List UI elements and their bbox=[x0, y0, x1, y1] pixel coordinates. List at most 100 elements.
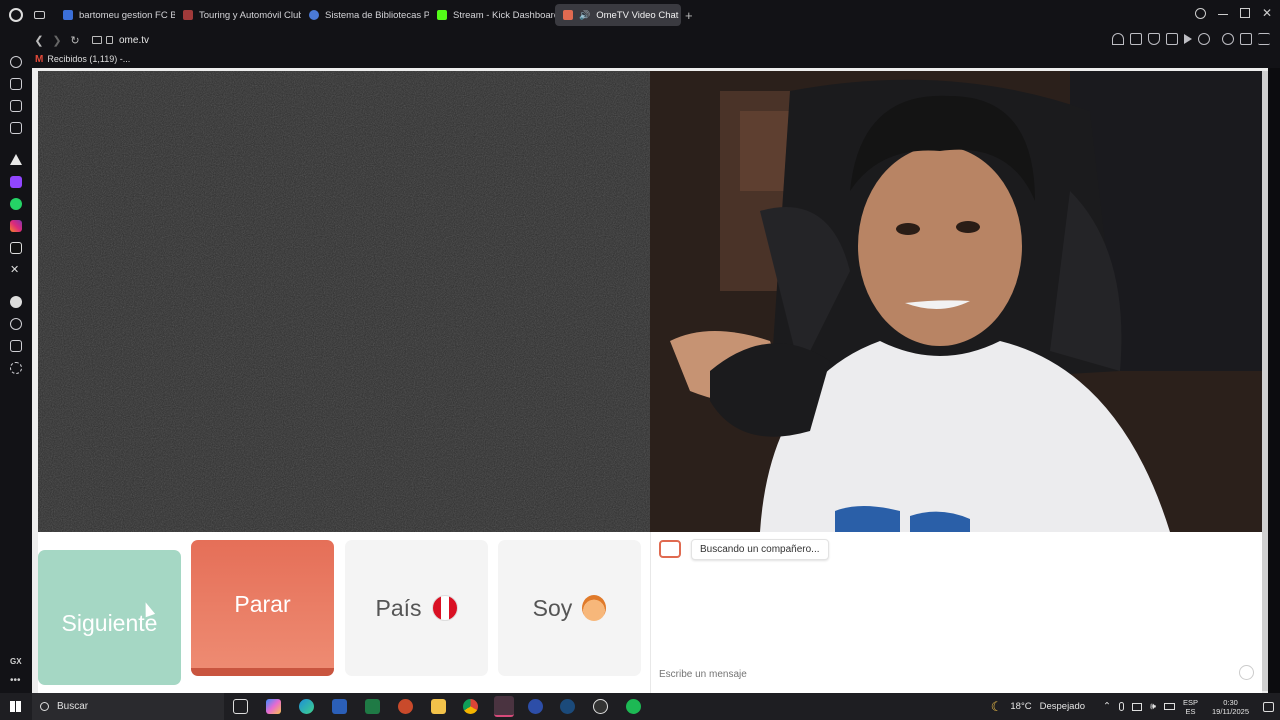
opera-gx-icon[interactable] bbox=[494, 696, 514, 717]
forward-icon[interactable]: ❯ bbox=[48, 34, 66, 47]
mod-icon[interactable] bbox=[10, 122, 22, 134]
tab-favicon-icon bbox=[183, 10, 193, 20]
notification-icon[interactable] bbox=[1263, 701, 1274, 712]
tab-bartomeu[interactable]: bartomeu gestion FC Barc bbox=[55, 4, 175, 26]
chrome-icon[interactable] bbox=[463, 699, 478, 714]
file-explorer-icon[interactable] bbox=[431, 699, 446, 714]
ai-icon[interactable] bbox=[10, 154, 22, 165]
webcam-image bbox=[650, 71, 1262, 532]
bookmark-gmail[interactable]: Recibidos (1,119) -... bbox=[47, 54, 130, 64]
more-dots-icon[interactable]: ••• bbox=[10, 675, 21, 686]
reload-icon[interactable]: ↻ bbox=[66, 34, 84, 47]
copilot-icon[interactable] bbox=[266, 699, 281, 714]
boy-emoji-icon bbox=[582, 595, 607, 621]
snapshot-icon[interactable] bbox=[1130, 33, 1142, 45]
scrollbar[interactable] bbox=[1262, 71, 1268, 691]
gx-label[interactable]: GX bbox=[10, 657, 22, 666]
gmail-icon: M bbox=[35, 53, 44, 65]
weather-text[interactable]: Despejado bbox=[1040, 701, 1085, 712]
ometv-logo-icon bbox=[563, 10, 573, 20]
tab-bibliotecas[interactable]: Sistema de Bibliotecas PU bbox=[301, 4, 429, 26]
kick-logo-icon bbox=[437, 10, 447, 20]
bookmarks-bar: M Recibidos (1,119) -... bbox=[30, 50, 1280, 68]
search-tabs-icon[interactable] bbox=[1194, 8, 1206, 19]
chevron-up-icon[interactable]: ⌃ bbox=[1103, 701, 1111, 712]
volume-icon[interactable]: 🕪 bbox=[1150, 701, 1156, 712]
chat-panel: Buscando un compañero... bbox=[650, 532, 1262, 693]
extensions-icon[interactable] bbox=[10, 340, 22, 352]
minimize-icon[interactable] bbox=[1217, 14, 1228, 15]
windows-start-icon[interactable] bbox=[10, 701, 21, 712]
tab-touring[interactable]: Touring y Automóvil Club bbox=[175, 4, 301, 26]
microphone-icon[interactable] bbox=[1119, 702, 1124, 711]
chat-status-message: Buscando un compañero... bbox=[691, 539, 829, 560]
ometv-page: Siguiente Parar País Soy Buscando un com… bbox=[32, 68, 1268, 693]
message-input[interactable] bbox=[651, 661, 1262, 687]
clock-icon[interactable] bbox=[10, 318, 22, 330]
clock[interactable]: 0:30 19/11/2025 bbox=[1212, 698, 1249, 716]
history-icon[interactable] bbox=[10, 56, 22, 68]
partner-video-static bbox=[38, 71, 650, 532]
opera-gx-alt-icon[interactable] bbox=[528, 699, 543, 714]
account-icon[interactable] bbox=[1222, 33, 1234, 45]
tab-kick[interactable]: Stream - Kick Dashboard bbox=[429, 4, 555, 26]
taskbar-search[interactable]: Buscar bbox=[32, 693, 224, 720]
obs-icon[interactable] bbox=[593, 699, 608, 714]
download-icon[interactable] bbox=[1240, 33, 1252, 45]
language-indicator[interactable]: ESP ES bbox=[1183, 698, 1198, 716]
tab-favicon-icon bbox=[309, 10, 319, 20]
back-icon[interactable]: ❮ bbox=[30, 34, 48, 47]
pin-icon[interactable] bbox=[1112, 33, 1124, 45]
ometv-logo-icon bbox=[659, 540, 681, 558]
gender-button[interactable]: Soy bbox=[498, 540, 641, 676]
shield-icon[interactable] bbox=[1148, 33, 1160, 45]
system-tray: ☾ 18°C Despejado ⌃ 🕪 ESP ES 0:30 19/11/2… bbox=[991, 693, 1274, 720]
steam-icon[interactable] bbox=[560, 699, 575, 714]
restore-icon[interactable] bbox=[1239, 8, 1250, 18]
heart-icon[interactable] bbox=[1198, 33, 1210, 45]
word-icon[interactable] bbox=[332, 699, 347, 714]
whatsapp-icon[interactable] bbox=[10, 198, 22, 210]
sidebar: ✕ GX ••• bbox=[0, 50, 32, 693]
network-icon[interactable] bbox=[1132, 702, 1142, 711]
edge-icon[interactable] bbox=[299, 699, 314, 714]
tab-islands-icon[interactable] bbox=[10, 78, 22, 90]
task-view-icon[interactable] bbox=[233, 699, 248, 714]
next-button[interactable]: Siguiente bbox=[38, 550, 181, 685]
self-video bbox=[650, 71, 1262, 532]
tiktok-icon[interactable] bbox=[10, 242, 22, 254]
speaker-icon[interactable]: 🔊 bbox=[579, 10, 590, 21]
camera-icon[interactable] bbox=[92, 36, 102, 44]
tab-favicon-icon bbox=[63, 10, 73, 20]
opera-logo-icon[interactable] bbox=[9, 8, 23, 22]
battery-icon[interactable] bbox=[1164, 703, 1175, 710]
lock-icon[interactable] bbox=[106, 36, 113, 44]
settings-gear-icon[interactable] bbox=[10, 362, 22, 374]
twitch-icon[interactable] bbox=[10, 176, 22, 188]
moon-weather-icon: ☾ bbox=[990, 698, 1003, 714]
excel-icon[interactable] bbox=[365, 699, 380, 714]
static-noise bbox=[38, 71, 650, 532]
tab-ometv[interactable]: 🔊 OmeTV Video Chat - bbox=[555, 4, 681, 26]
peru-flag-icon bbox=[431, 595, 458, 621]
address-tools bbox=[1112, 33, 1270, 45]
spotify-icon[interactable] bbox=[10, 296, 22, 308]
play-icon[interactable] bbox=[1184, 34, 1192, 44]
powerpoint-icon[interactable] bbox=[398, 699, 413, 714]
emoji-icon[interactable] bbox=[1239, 665, 1254, 680]
country-button[interactable]: País bbox=[345, 540, 488, 676]
menu-icon[interactable] bbox=[1258, 33, 1270, 45]
close-icon[interactable]: ✕ bbox=[1262, 7, 1272, 19]
new-tab-button[interactable]: + bbox=[685, 8, 693, 23]
x-icon[interactable]: ✕ bbox=[10, 264, 22, 276]
stop-button[interactable]: Parar bbox=[191, 540, 334, 676]
spotify-taskbar-icon[interactable] bbox=[626, 699, 641, 714]
workspaces-icon[interactable] bbox=[34, 11, 45, 19]
url-field[interactable]: ome.tv bbox=[119, 35, 149, 46]
translate-icon[interactable] bbox=[1166, 33, 1178, 45]
taskbar: Buscar ☾ 18°C Despejado ⌃ 🕪 ESP ES 0:30 … bbox=[0, 693, 1280, 720]
snapshot-gallery-icon[interactable] bbox=[10, 100, 22, 112]
tab-bar: bartomeu gestion FC Barc Touring y Autom… bbox=[0, 0, 1280, 30]
instagram-icon[interactable] bbox=[10, 220, 22, 232]
weather-temp[interactable]: 18°C bbox=[1010, 701, 1031, 712]
